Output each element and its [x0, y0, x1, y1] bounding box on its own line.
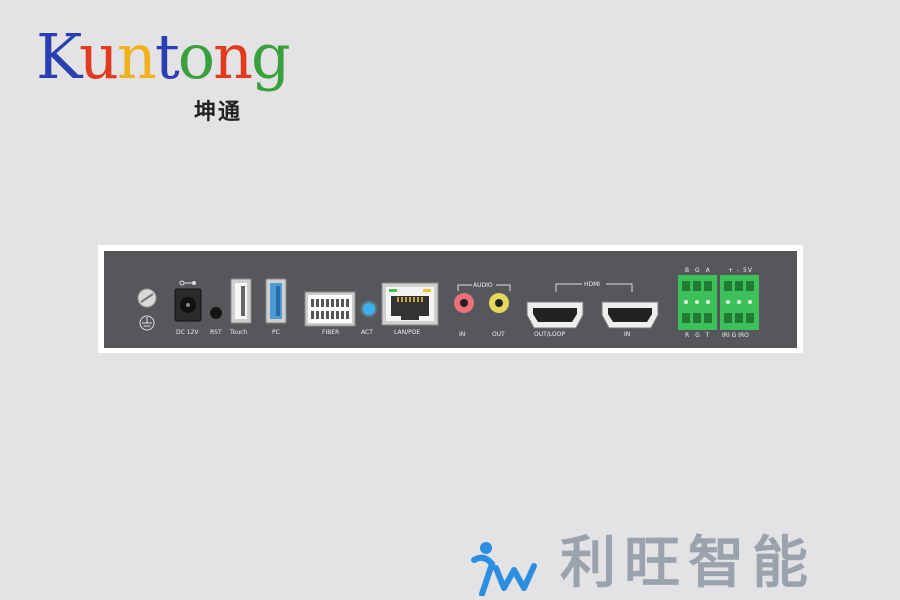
audio-in-jack[interactable]	[452, 291, 476, 315]
device-rear-panel: DC 12V RST Touch PC FIBER ACT LAN/POE AU…	[104, 251, 797, 348]
dc-power-jack[interactable]	[172, 278, 204, 328]
ground-screw-icon	[137, 288, 157, 331]
brand-letter: K	[36, 20, 81, 93]
lan-poe-port[interactable]	[381, 282, 439, 326]
watermark-logo-icon	[471, 542, 537, 596]
hdmi-in-label: IN	[624, 331, 631, 338]
rst-label: RST	[210, 329, 222, 336]
terminal-top-right-label: + - 5V	[728, 267, 753, 274]
brand-letter: o	[177, 20, 215, 93]
audio-out-jack[interactable]	[487, 291, 511, 315]
reset-button[interactable]	[210, 307, 222, 319]
usb-pc-port[interactable]	[264, 278, 288, 328]
hdmi-header: HDMI	[584, 281, 601, 288]
audio-out-label: OUT	[492, 331, 505, 338]
brand-letter: n	[116, 20, 157, 93]
brand-chinese-name: 坤通	[194, 100, 243, 125]
fiber-port[interactable]	[304, 291, 356, 327]
brand-logo: Kuntong 坤通	[36, 26, 291, 126]
brand-letter: t	[154, 20, 180, 93]
terminal-bottom-left-label: R G T	[685, 332, 712, 339]
hdmi-in-port[interactable]	[601, 301, 659, 329]
terminal-top-left-label: B G A	[685, 267, 712, 274]
watermark-text: 利旺智能	[560, 531, 816, 596]
audio-in-label: IN	[459, 331, 466, 338]
brand-wordmark: Kuntong	[36, 26, 291, 88]
terminal-block-connectors[interactable]	[678, 275, 760, 331]
audio-header: AUDIO	[473, 282, 493, 289]
dc-label: DC 12V	[176, 329, 199, 336]
act-label: ACT	[361, 329, 373, 336]
brand-letter: n	[213, 20, 253, 93]
usb-touch-port[interactable]	[229, 278, 253, 328]
brand-letter: g	[251, 20, 291, 93]
terminal-bottom-right-label: IRI G IRO	[722, 332, 749, 339]
touch-label: Touch	[230, 329, 248, 336]
hdmi-out-label: OUT/LOOP	[534, 331, 565, 338]
fiber-label: FIBER	[322, 329, 340, 336]
act-led-indicator	[363, 303, 375, 315]
brand-letter: u	[78, 20, 119, 93]
lan-label: LAN/POE	[394, 329, 421, 336]
pc-label: PC	[272, 329, 280, 336]
hdmi-out-loop-port[interactable]	[526, 301, 584, 329]
